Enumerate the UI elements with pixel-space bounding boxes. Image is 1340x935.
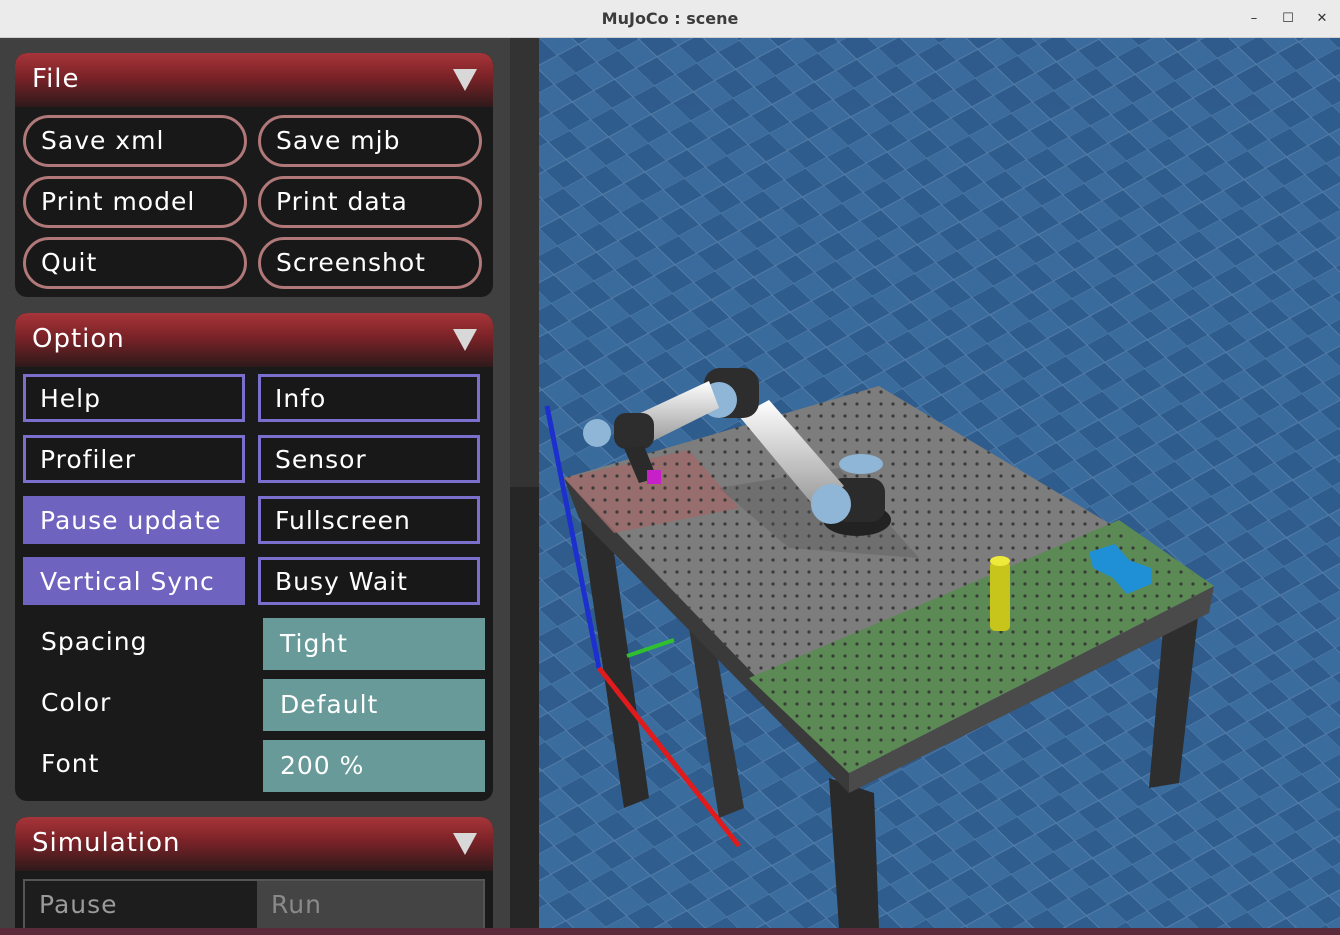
fullscreen-toggle[interactable]: Fullscreen <box>258 496 480 544</box>
robot-joint-cap <box>839 454 883 474</box>
file-section-header[interactable]: File <box>15 53 493 107</box>
save-mjb-button[interactable]: Save mjb <box>258 115 482 167</box>
toggle-label: Info <box>275 384 327 413</box>
button-label: Screenshot <box>276 248 426 277</box>
pause-option[interactable]: Pause <box>25 881 257 929</box>
robot-joint-cap <box>583 419 611 447</box>
option-label: Run <box>271 890 322 919</box>
robot-joint-cap <box>811 484 851 524</box>
close-button[interactable]: ✕ <box>1311 8 1333 30</box>
collapse-triangle-icon[interactable] <box>453 329 477 351</box>
option-section-header[interactable]: Option <box>15 313 493 367</box>
simulation-section-header[interactable]: Simulation <box>15 817 493 871</box>
profiler-toggle[interactable]: Profiler <box>23 435 245 483</box>
panel-scrollbar-thumb[interactable] <box>510 38 539 487</box>
ui-panel: File Save xml Save mjb Print model Print… <box>0 38 510 935</box>
busy-wait-toggle[interactable]: Busy Wait <box>258 557 480 605</box>
toggle-label: Vertical Sync <box>40 567 215 596</box>
minimize-button[interactable]: – <box>1243 8 1265 30</box>
collapse-triangle-icon[interactable] <box>453 69 477 91</box>
option-label: Pause <box>39 890 118 919</box>
font-label: Font <box>41 749 100 778</box>
select-value: Default <box>280 690 379 719</box>
window-titlebar: MuJoCo : scene – ☐ ✕ <box>0 0 1340 38</box>
select-value: Tight <box>280 629 348 658</box>
pause-update-toggle[interactable]: Pause update <box>23 496 245 544</box>
scene-render <box>539 38 1340 928</box>
toggle-label: Pause update <box>40 506 222 535</box>
toggle-label: Help <box>40 384 101 413</box>
yellow-cylinder-top <box>990 556 1010 566</box>
print-data-button[interactable]: Print data <box>258 176 482 228</box>
quit-button[interactable]: Quit <box>23 237 247 289</box>
magenta-cube <box>647 470 661 484</box>
help-toggle[interactable]: Help <box>23 374 245 422</box>
color-label: Color <box>41 688 112 717</box>
font-select[interactable]: 200 % <box>263 740 485 792</box>
robot-wrist <box>614 413 654 449</box>
toggle-label: Sensor <box>275 445 367 474</box>
run-option[interactable]: Run <box>257 881 485 929</box>
option-section-title: Option <box>32 324 125 354</box>
screenshot-button[interactable]: Screenshot <box>258 237 482 289</box>
toggle-label: Fullscreen <box>275 506 411 535</box>
file-section-title: File <box>32 64 80 94</box>
pause-run-radio[interactable]: Pause Run <box>23 879 485 931</box>
window-title: MuJoCo : scene <box>601 9 739 28</box>
maximize-button[interactable]: ☐ <box>1277 8 1299 30</box>
spacing-label: Spacing <box>41 627 148 656</box>
button-label: Print data <box>276 187 408 216</box>
simulation-section: Simulation Pause Run <box>15 817 493 935</box>
option-section: Option Help Info Profiler Sensor Pause u… <box>15 313 493 801</box>
collapse-triangle-icon[interactable] <box>453 833 477 855</box>
button-label: Save xml <box>41 126 165 155</box>
button-label: Print model <box>41 187 196 216</box>
sensor-toggle[interactable]: Sensor <box>258 435 480 483</box>
spacing-select[interactable]: Tight <box>263 618 485 670</box>
toggle-label: Profiler <box>40 445 137 474</box>
yellow-cylinder <box>990 561 1010 631</box>
button-label: Save mjb <box>276 126 401 155</box>
scene-viewport[interactable] <box>539 38 1340 928</box>
toggle-label: Busy Wait <box>275 567 408 596</box>
file-section: File Save xml Save mjb Print model Print… <box>15 53 493 297</box>
color-select[interactable]: Default <box>263 679 485 731</box>
info-toggle[interactable]: Info <box>258 374 480 422</box>
print-model-button[interactable]: Print model <box>23 176 247 228</box>
select-value: 200 % <box>280 751 365 780</box>
desktop-bottom-edge <box>0 928 1340 935</box>
save-xml-button[interactable]: Save xml <box>23 115 247 167</box>
simulation-section-title: Simulation <box>32 828 181 858</box>
button-label: Quit <box>41 248 98 277</box>
vertical-sync-toggle[interactable]: Vertical Sync <box>23 557 245 605</box>
